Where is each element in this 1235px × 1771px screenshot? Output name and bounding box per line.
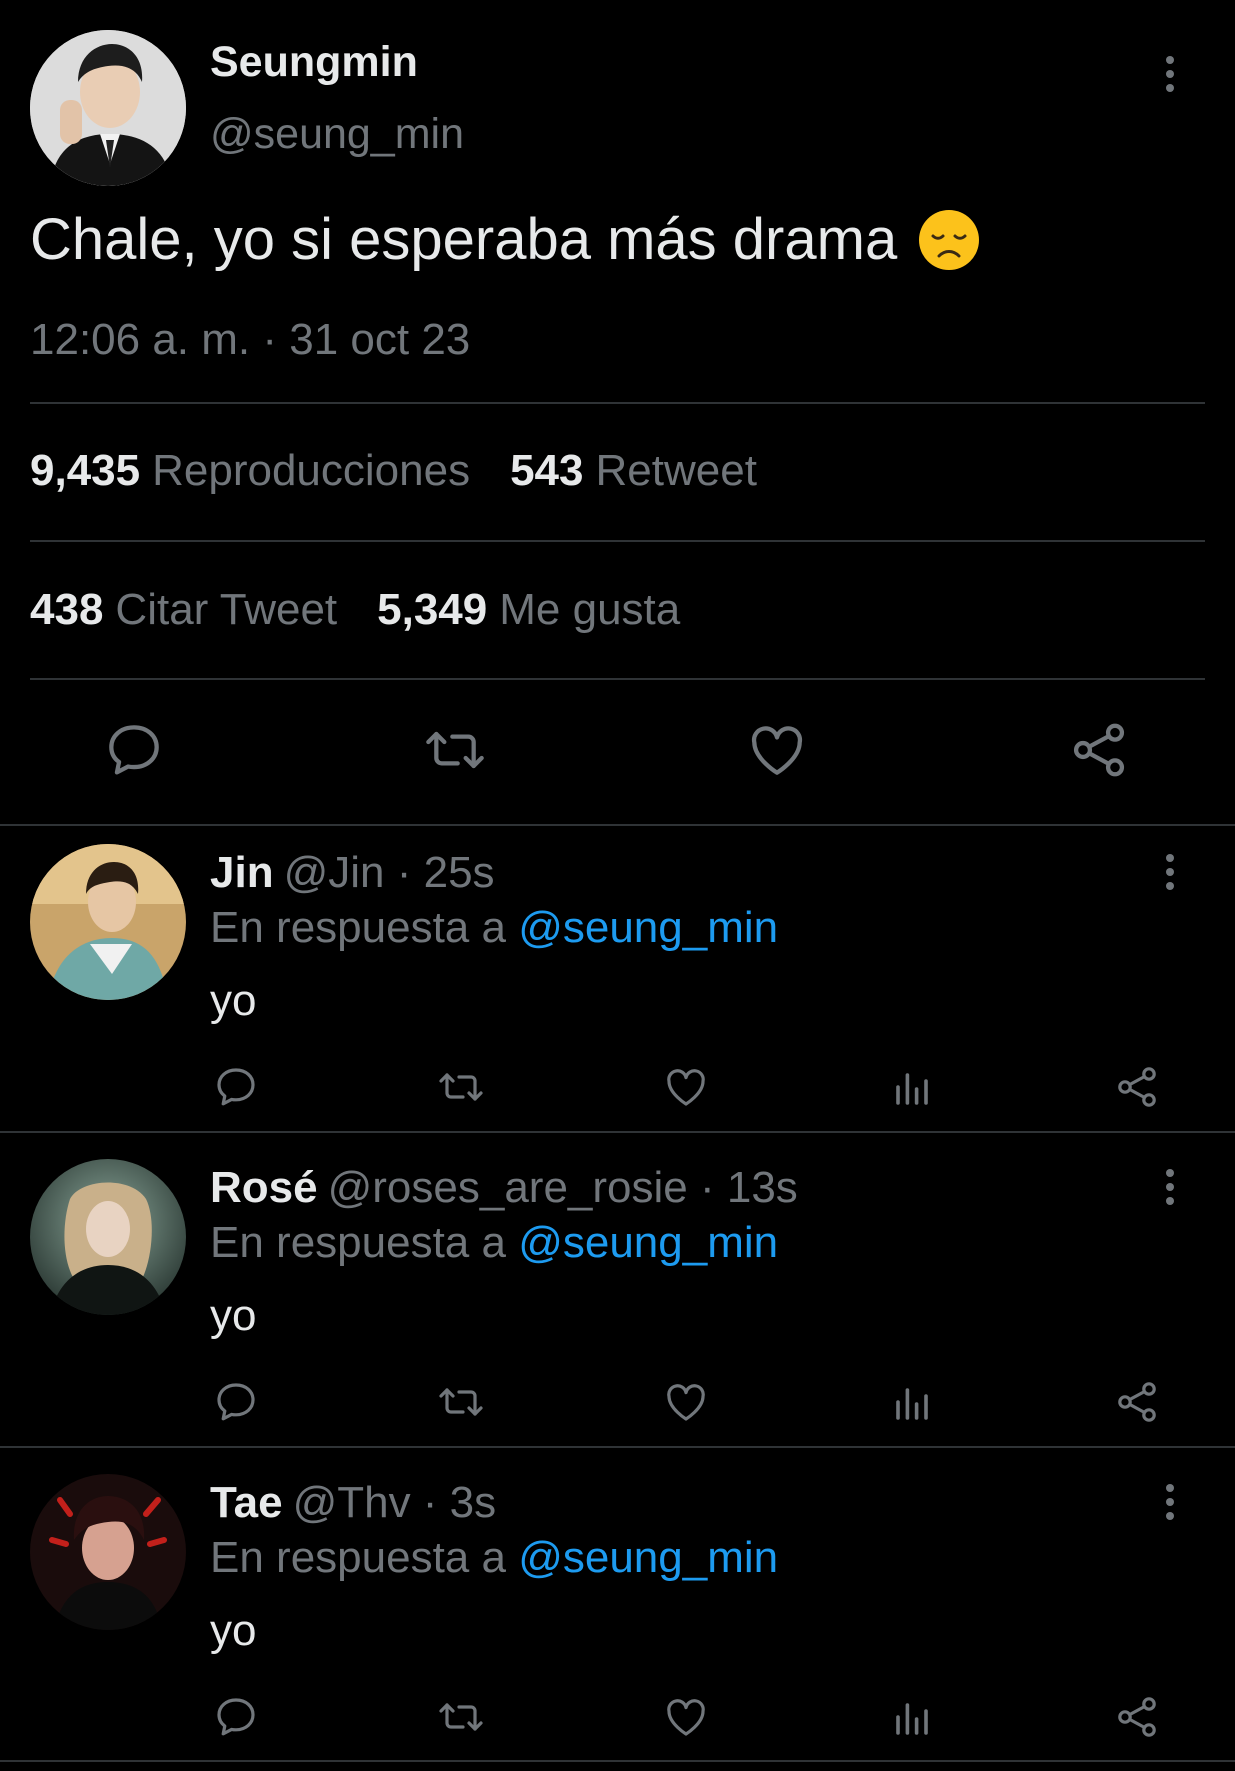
reply-handle-time[interactable]: @Jin · 25s: [284, 848, 495, 897]
reply-author-name[interactable]: Jin: [210, 848, 274, 897]
tweet-text-container: Chale, yo si esperaba más drama: [30, 206, 981, 273]
divider: [30, 402, 1205, 404]
reply-tweet[interactable]: Rosé @roses_are_rosie · 13s En respuesta …: [0, 1141, 1235, 1456]
like-icon[interactable]: [662, 1063, 710, 1111]
in-reply-to: En respuesta a @seung_min: [210, 1218, 779, 1267]
reply-header: Tae @Thv · 3s: [210, 1478, 496, 1528]
reply-text: yo: [210, 1606, 257, 1655]
avatar-rose[interactable]: [30, 1159, 186, 1315]
author-name[interactable]: Seungmin: [210, 38, 418, 87]
reply-author-name[interactable]: Rosé: [210, 1163, 318, 1212]
views-icon[interactable]: [888, 1378, 936, 1426]
reply-to-link[interactable]: @seung_min: [518, 1218, 778, 1267]
like-icon[interactable]: [745, 718, 809, 782]
disappointed-face-icon: [919, 209, 980, 270]
divider: [30, 540, 1205, 542]
more-options-icon[interactable]: [1164, 56, 1176, 100]
stats-row-1: 9,435 Reproducciones 543 Retweet: [30, 446, 757, 496]
divider: [0, 1446, 1235, 1448]
author-handle[interactable]: @seung_min: [210, 110, 464, 159]
stats-row-2: 438 Citar Tweet 5,349 Me gusta: [30, 585, 680, 635]
likes-stat[interactable]: 5,349 Me gusta: [377, 585, 680, 634]
retweets-stat[interactable]: 543 Retweet: [510, 446, 757, 495]
reply-to-link[interactable]: @seung_min: [518, 903, 778, 952]
tweet-text: Chale, yo si esperaba más drama: [30, 207, 898, 272]
reply-author-name[interactable]: Tae: [210, 1478, 283, 1527]
in-reply-to: En respuesta a @seung_min: [210, 903, 779, 952]
reply-icon[interactable]: [212, 1063, 260, 1111]
avatar-jin[interactable]: [30, 844, 186, 1000]
avatar-seungmin[interactable]: [30, 30, 186, 186]
more-options-icon[interactable]: [1164, 1484, 1176, 1528]
avatar-tae[interactable]: [30, 1474, 186, 1630]
tweet-timestamp[interactable]: 12:06 a. m. · 31 oct 23: [30, 315, 470, 365]
reply-header: Jin @Jin · 25s: [210, 848, 495, 898]
share-icon[interactable]: [1113, 1063, 1161, 1111]
retweet-icon[interactable]: [437, 1063, 485, 1111]
like-icon[interactable]: [662, 1378, 710, 1426]
more-options-icon[interactable]: [1164, 1169, 1176, 1213]
more-options-icon[interactable]: [1164, 854, 1176, 898]
retweet-icon[interactable]: [423, 718, 487, 782]
divider: [0, 1131, 1235, 1133]
like-icon[interactable]: [662, 1693, 710, 1741]
reply-header: Rosé @roses_are_rosie · 13s: [210, 1163, 798, 1213]
divider: [0, 1760, 1235, 1762]
reply-text: yo: [210, 1291, 257, 1340]
reply-tweet[interactable]: Tae @Thv · 3s En respuesta a @seung_min y…: [0, 1456, 1235, 1771]
in-reply-to: En respuesta a @seung_min: [210, 1533, 779, 1582]
reply-icon[interactable]: [212, 1378, 260, 1426]
views-icon[interactable]: [888, 1693, 936, 1741]
share-icon[interactable]: [1067, 718, 1131, 782]
retweet-icon[interactable]: [437, 1378, 485, 1426]
share-icon[interactable]: [1113, 1693, 1161, 1741]
share-icon[interactable]: [1113, 1378, 1161, 1426]
reply-handle-time[interactable]: @roses_are_rosie · 13s: [328, 1163, 798, 1212]
views-stat[interactable]: 9,435 Reproducciones: [30, 446, 470, 495]
reply-icon[interactable]: [212, 1693, 260, 1741]
reply-handle-time[interactable]: @Thv · 3s: [293, 1478, 497, 1527]
reply-icon[interactable]: [102, 718, 166, 782]
divider: [30, 678, 1205, 680]
reply-to-link[interactable]: @seung_min: [518, 1533, 778, 1582]
retweet-icon[interactable]: [437, 1693, 485, 1741]
reply-text: yo: [210, 976, 257, 1025]
reply-tweet[interactable]: Jin @Jin · 25s En respuesta a @seung_min …: [0, 826, 1235, 1141]
views-icon[interactable]: [888, 1063, 936, 1111]
quotes-stat[interactable]: 438 Citar Tweet: [30, 585, 337, 634]
